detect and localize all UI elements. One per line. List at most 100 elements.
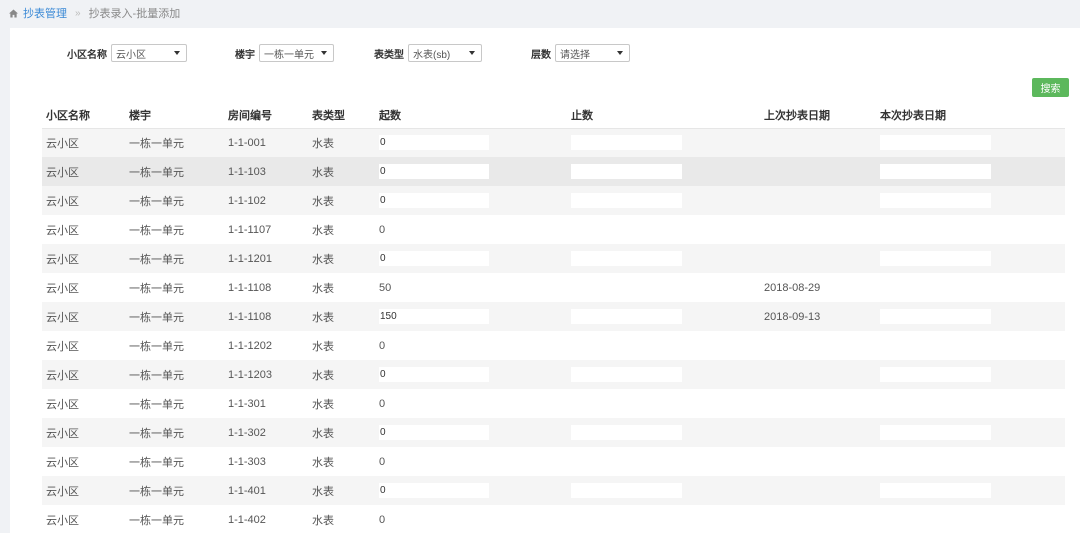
room-number-cell: 1-1-402 — [228, 513, 266, 526]
end-reading-input[interactable] — [571, 251, 682, 266]
start-reading-input[interactable]: 150 — [379, 309, 489, 324]
current-reading-date-cell — [876, 389, 1065, 418]
column-header: 表类型 — [308, 102, 375, 129]
meter-type-cell: 水表 — [312, 282, 334, 295]
community-select[interactable]: 云小区 — [111, 44, 187, 62]
building-cell: 一栋一单元 — [129, 137, 184, 150]
table-row: 云小区 一栋一单元 1-1-1108 水表 150 2018-09-13 — [42, 302, 1065, 331]
current-reading-date-input[interactable] — [880, 164, 991, 179]
meter-type-select[interactable]: 水表(sb) — [408, 44, 482, 62]
column-header: 房间编号 — [224, 102, 308, 129]
end-reading-cell — [567, 128, 760, 157]
breadcrumb-current: 抄表录入-批量添加 — [88, 8, 181, 20]
meter-type-cell: 水表 — [312, 427, 334, 440]
building-cell: 一栋一单元 — [129, 224, 184, 237]
current-reading-date-input[interactable] — [880, 425, 991, 440]
room-number-cell: 1-1-302 — [228, 426, 266, 439]
current-reading-date-input[interactable] — [880, 367, 991, 382]
meter-type-cell: 水表 — [312, 369, 334, 382]
end-reading-input[interactable] — [571, 164, 682, 179]
caret-down-icon — [321, 51, 327, 55]
current-reading-date-input[interactable] — [880, 483, 991, 498]
end-reading-input[interactable] — [571, 135, 682, 151]
current-reading-date-input[interactable] — [880, 309, 991, 324]
filter-floor-label: 层数 — [531, 49, 551, 61]
end-reading-input[interactable] — [571, 425, 682, 440]
last-reading-date-cell — [760, 331, 876, 360]
building-cell: 一栋一单元 — [129, 485, 184, 498]
end-reading-input[interactable] — [571, 483, 682, 498]
table-row: 云小区 一栋一单元 1-1-303 水表 0 — [42, 447, 1065, 476]
end-reading-input[interactable] — [571, 309, 682, 324]
floor-select-value: 请选择 — [560, 49, 590, 61]
start-reading-input[interactable]: 0 — [379, 367, 489, 382]
last-reading-date-cell — [760, 215, 876, 244]
breadcrumb: 抄表管理 » 抄表录入-批量添加 — [0, 0, 1080, 26]
room-number-cell: 1-1-1108 — [228, 310, 272, 323]
caret-down-icon — [617, 51, 623, 55]
current-reading-date-input[interactable] — [880, 135, 991, 151]
start-reading-value: 0 — [379, 397, 386, 410]
community-select-value: 云小区 — [116, 49, 146, 61]
last-reading-date-cell — [760, 244, 876, 273]
start-reading-input[interactable]: 0 — [379, 425, 489, 440]
building-select[interactable]: 一栋一单元 — [259, 44, 334, 62]
table-row: 云小区 一栋一单元 1-1-103 水表 0 — [42, 157, 1065, 186]
end-reading-input[interactable] — [571, 193, 682, 208]
caret-down-icon — [469, 51, 475, 55]
filter-community-label: 小区名称 — [67, 49, 107, 61]
building-cell: 一栋一单元 — [129, 514, 184, 527]
end-reading-cell — [567, 273, 760, 302]
current-reading-date-cell — [876, 476, 1065, 505]
room-number-cell: 1-1-1201 — [228, 252, 273, 265]
table-header-row: 小区名称 楼宇 房间编号 表类型 起数 止数 上次抄表日期 本次抄表日期 — [42, 102, 1065, 129]
start-reading-input[interactable]: 0 — [379, 483, 489, 498]
building-cell: 一栋一单元 — [129, 282, 184, 295]
current-reading-date-cell — [876, 273, 1065, 302]
end-reading-input[interactable] — [571, 367, 682, 382]
end-reading-cell — [567, 215, 760, 244]
meter-type-cell: 水表 — [312, 340, 334, 353]
end-reading-cell — [567, 418, 760, 447]
meter-type-cell: 水表 — [312, 456, 334, 469]
start-reading-value: 50 — [379, 281, 392, 294]
breadcrumb-root-link[interactable]: 抄表管理 — [23, 5, 67, 21]
community-cell: 云小区 — [46, 224, 79, 237]
floor-select[interactable]: 请选择 — [555, 44, 630, 62]
current-reading-date-cell — [876, 418, 1065, 447]
start-reading-cell: 0 — [375, 389, 567, 418]
start-reading-input[interactable]: 0 — [379, 193, 489, 208]
community-cell: 云小区 — [46, 137, 79, 150]
table-row: 云小区 一栋一单元 1-1-302 水表 0 — [42, 418, 1065, 447]
room-number-cell: 1-1-1108 — [228, 281, 272, 294]
building-cell: 一栋一单元 — [129, 340, 184, 353]
table-row: 云小区 一栋一单元 1-1-402 水表 0 — [42, 505, 1065, 533]
end-reading-cell — [567, 505, 760, 533]
end-reading-cell — [567, 476, 760, 505]
current-reading-date-input[interactable] — [880, 251, 991, 266]
start-reading-input[interactable]: 0 — [379, 164, 489, 179]
community-cell: 云小区 — [46, 340, 79, 353]
community-cell: 云小区 — [46, 253, 79, 266]
meter-type-cell: 水表 — [312, 485, 334, 498]
current-reading-date-input[interactable] — [880, 193, 991, 208]
caret-down-icon — [174, 51, 180, 55]
meter-reading-table: 小区名称 楼宇 房间编号 表类型 起数 止数 上次抄表日期 本次抄表日期 云小区… — [42, 102, 1065, 533]
start-reading-cell: 50 — [375, 273, 567, 302]
table-row: 云小区 一栋一单元 1-1-1201 水表 0 — [42, 244, 1065, 273]
start-reading-input[interactable]: 0 — [379, 251, 489, 266]
start-reading-cell: 0 — [375, 505, 567, 533]
current-reading-date-cell — [876, 505, 1065, 533]
table-row: 云小区 一栋一单元 1-1-401 水表 0 — [42, 476, 1065, 505]
start-reading-cell: 0 — [375, 157, 567, 186]
column-header: 起数 — [375, 102, 567, 129]
filter-building-label: 楼宇 — [235, 49, 255, 61]
start-reading-input[interactable]: 0 — [379, 135, 489, 151]
search-button[interactable]: 搜索 — [1032, 78, 1069, 97]
breadcrumb-separator: » — [75, 7, 81, 19]
table-row: 云小区 一栋一单元 1-1-1203 水表 0 — [42, 360, 1065, 389]
current-reading-date-cell — [876, 360, 1065, 389]
start-reading-cell: 0 — [375, 244, 567, 273]
start-reading-cell: 0 — [375, 128, 567, 157]
room-number-cell: 1-1-1202 — [228, 339, 273, 352]
